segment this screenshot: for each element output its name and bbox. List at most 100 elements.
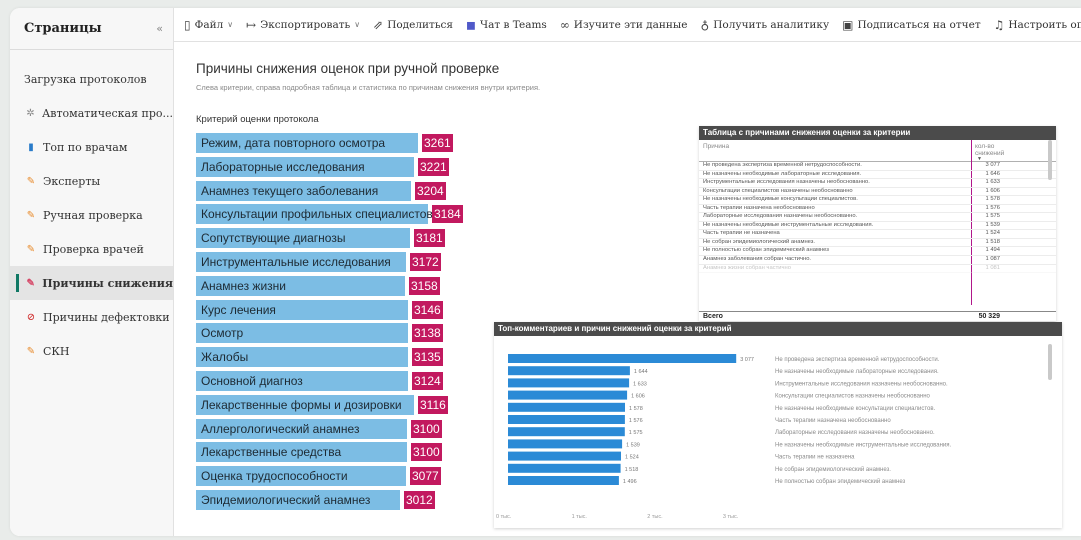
- chart-bar[interactable]: [508, 463, 621, 473]
- share-button[interactable]: ⇗ Поделиться: [373, 18, 453, 32]
- chart-category-label: Не назначены необходимые инструментальны…: [775, 442, 952, 448]
- criteria-bar[interactable]: Сопутствующие диагнозы: [196, 228, 410, 249]
- sidebar-item-label: Проверка врачей: [43, 242, 144, 256]
- criteria-row[interactable]: Лекарственные формы и дозировки 3116: [196, 394, 516, 415]
- criteria-bar[interactable]: Аллергологический анамнез: [196, 418, 407, 439]
- export-menu-button[interactable]: ↦ Экспортировать ∨: [246, 18, 360, 32]
- criteria-bar[interactable]: Основной диагноз: [196, 370, 408, 391]
- criteria-bar[interactable]: Осмотр: [196, 323, 408, 344]
- sidebar-item-manual-check[interactable]: ✎ Ручная проверка: [10, 198, 173, 232]
- criteria-row[interactable]: Жалобы 3135: [196, 347, 516, 368]
- criteria-row[interactable]: Аллергологический анамнез 3100: [196, 418, 516, 439]
- table-row[interactable]: Не полностью собран эпидемический анамне…: [699, 247, 1056, 257]
- chart-bar[interactable]: [508, 427, 625, 437]
- criteria-row[interactable]: Консультации профильных специалистов 3184: [196, 204, 516, 225]
- chart-bar[interactable]: [508, 390, 628, 400]
- sidebar-item-experts[interactable]: ✎ Эксперты: [10, 164, 173, 198]
- criteria-bar[interactable]: Жалобы: [196, 347, 408, 368]
- chart-data-label: 1 496: [623, 479, 637, 485]
- chart-scrollbar[interactable]: [1048, 344, 1052, 380]
- chart-data-label: 1 578: [629, 406, 643, 412]
- criteria-row[interactable]: Сопутствующие диагнозы 3181: [196, 228, 516, 249]
- criteria-bar-list: Режим, дата повторного осмотра 3261 Лабора…: [196, 133, 516, 514]
- set-alert-button[interactable]: ♫ Настроить оповещения: [994, 18, 1081, 32]
- criteria-row[interactable]: Основной диагноз 3124: [196, 370, 516, 391]
- table-scrollbar[interactable]: [1048, 140, 1052, 180]
- criteria-bar[interactable]: Оценка трудоспособности: [196, 466, 406, 487]
- criteria-value-badge: 3100: [411, 419, 442, 438]
- criteria-bar[interactable]: Лекарственные формы и дозировки: [196, 394, 414, 415]
- chart-bar[interactable]: [508, 476, 619, 485]
- table-row[interactable]: Не назначены необходимые лабораторные ис…: [699, 171, 1056, 180]
- criteria-row[interactable]: Инструментальные исследования 3172: [196, 251, 516, 272]
- explore-data-button[interactable]: ∞ Изучите эти данные: [560, 18, 688, 32]
- table-row[interactable]: Лабораторные исследования назначены необ…: [699, 213, 1056, 222]
- table-row[interactable]: Инструментальные исследования назначены …: [699, 179, 1056, 188]
- table-row[interactable]: Не назначены необходимые консультации сп…: [699, 196, 1056, 205]
- x-axis-tick-label: 3 тыс.: [723, 514, 739, 520]
- sidebar-item-label: Причины снижения: [42, 276, 173, 290]
- sidebar-item-top-doctors[interactable]: ▮ Топ по врачам: [10, 130, 173, 164]
- sidebar-item-label: Ручная проверка: [43, 208, 143, 222]
- collapse-icon[interactable]: «: [156, 22, 163, 35]
- criteria-row[interactable]: Режим, дата повторного осмотра 3261: [196, 133, 516, 153]
- criteria-value-badge: 3184: [432, 205, 463, 224]
- sidebar-item-doctor-check[interactable]: ✎ Проверка врачей: [10, 232, 173, 266]
- gear-icon: ✲: [26, 107, 35, 119]
- reason-cell: Не назначены необходимые консультации сп…: [703, 196, 858, 203]
- table-row[interactable]: Часть терапии не назначена 1 524: [699, 230, 1056, 239]
- criteria-bar[interactable]: Лекарственные средства: [196, 442, 407, 463]
- criteria-bar[interactable]: Эпидемиологический анамнез: [196, 489, 400, 510]
- sidebar-title: Страницы: [24, 21, 102, 36]
- chart-bar[interactable]: [508, 415, 625, 424]
- criteria-bar[interactable]: Лабораторные исследования: [196, 156, 414, 177]
- sidebar-item-label: Загрузка протоколов: [24, 72, 147, 86]
- file-menu-button[interactable]: ▯ Файл ∨: [184, 18, 233, 32]
- table-row[interactable]: Анамнез жизни собран частично 1 081: [699, 265, 1056, 274]
- criteria-row[interactable]: Анамнез текущего заболевания 3204: [196, 180, 516, 201]
- criteria-bar[interactable]: Инструментальные исследования: [196, 251, 406, 272]
- criteria-row[interactable]: Лабораторные исследования 3221: [196, 156, 516, 177]
- chart-category-label: Не проведена экспертиза временной нетруд…: [775, 356, 940, 363]
- subscribe-button[interactable]: ▣ Подписаться на отчет: [842, 18, 980, 32]
- get-insights-button[interactable]: ♁ Получить аналитику: [700, 18, 829, 32]
- chart-bar[interactable]: [508, 451, 621, 461]
- criteria-row[interactable]: Эпидемиологический анамнез 3012: [196, 489, 516, 510]
- table-row[interactable]: Не проведена экспертиза временной нетруд…: [699, 162, 1056, 171]
- file-icon: ▯: [184, 17, 191, 32]
- count-cell: 3 077: [985, 162, 1000, 168]
- criteria-bar[interactable]: Анамнез текущего заболевания: [196, 180, 411, 201]
- column-header-reason[interactable]: Причина: [703, 143, 729, 150]
- chart-category-label: Не назначены необходимые консультации сп…: [775, 406, 936, 412]
- sidebar-item-decrease-reasons[interactable]: ✎ Причины снижения: [10, 266, 173, 300]
- table-header-row: Причина кол-во снижений ▼: [699, 140, 1056, 162]
- get-insights-label: Получить аналитику: [713, 18, 830, 31]
- criteria-row[interactable]: Курс лечения 3146: [196, 299, 516, 320]
- chart-data-label: 3 077: [740, 357, 754, 363]
- chart-bar[interactable]: [508, 439, 623, 449]
- sidebar-item-upload[interactable]: Загрузка протоколов: [10, 62, 173, 96]
- sidebar-item-defect-reasons[interactable]: ⊘ Причины дефектовки: [10, 300, 173, 334]
- column-header-count[interactable]: кол-во снижений: [975, 143, 1004, 157]
- chart-bar[interactable]: [508, 354, 737, 363]
- table-row[interactable]: Не назначены необходимые инструментальны…: [699, 222, 1056, 231]
- criteria-row[interactable]: Лекарственные средства 3100: [196, 442, 516, 463]
- table-row[interactable]: Часть терапии назначена необоснованно 1 5…: [699, 205, 1056, 214]
- table-row[interactable]: Консультации специалистов назначены необ…: [699, 188, 1056, 197]
- sidebar-item-auto-check[interactable]: ✲ Автоматическая про...: [10, 96, 173, 130]
- criteria-row[interactable]: Анамнез жизни 3158: [196, 275, 516, 296]
- criteria-row[interactable]: Осмотр 3138: [196, 323, 516, 344]
- teams-chat-button[interactable]: ◼ Чат в Teams: [466, 18, 547, 32]
- sidebar-item-skn[interactable]: ✎ СКН: [10, 334, 173, 368]
- criteria-bar[interactable]: Режим, дата повторного осмотра: [196, 133, 418, 153]
- criteria-row[interactable]: Оценка трудоспособности 3077: [196, 466, 516, 487]
- criteria-bar[interactable]: Консультации профильных специалистов: [196, 204, 433, 225]
- criteria-bar[interactable]: Курс лечения: [196, 299, 408, 320]
- chart-bar[interactable]: [508, 402, 625, 412]
- chart-bar[interactable]: [508, 366, 630, 376]
- criteria-bar[interactable]: Анамнез жизни: [196, 275, 405, 296]
- bar-chart-icon: ▮: [28, 141, 34, 153]
- criteria-value-badge: 3221: [418, 157, 449, 176]
- chart-bar[interactable]: [508, 378, 630, 388]
- table-row[interactable]: Анамнез заболевания собран частично. 1 08…: [699, 256, 1056, 265]
